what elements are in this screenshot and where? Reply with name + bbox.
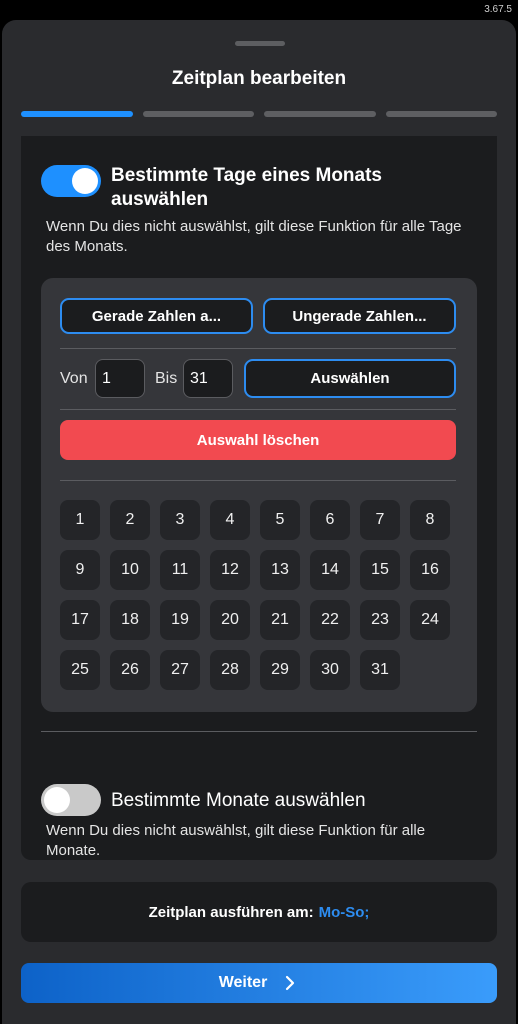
toggle-knob bbox=[72, 168, 98, 194]
day-button[interactable]: 27 bbox=[160, 650, 200, 690]
days-of-month-toggle[interactable] bbox=[41, 165, 101, 197]
step-4 bbox=[385, 111, 497, 117]
day-button[interactable]: 26 bbox=[110, 650, 150, 690]
day-button[interactable]: 7 bbox=[360, 500, 400, 540]
schedule-summary: Zeitplan ausführen am: Mo-So; bbox=[21, 882, 497, 942]
next-button-label: Weiter bbox=[218, 974, 268, 991]
day-button[interactable]: 14 bbox=[310, 550, 350, 590]
clear-selection-button[interactable]: Auswahl löschen bbox=[60, 420, 456, 460]
day-button[interactable]: 20 bbox=[210, 600, 250, 640]
day-button[interactable]: 31 bbox=[360, 650, 400, 690]
toggle-knob bbox=[44, 787, 70, 813]
months-title: Bestimmte Monate auswählen bbox=[111, 790, 366, 811]
day-button[interactable]: 15 bbox=[360, 550, 400, 590]
panel-divider bbox=[60, 409, 456, 410]
sheet-title: Zeitplan bearbeiten bbox=[171, 68, 347, 89]
day-button[interactable]: 29 bbox=[260, 650, 300, 690]
day-button[interactable]: 6 bbox=[310, 500, 350, 540]
days-of-month-description: Wenn Du dies nicht auswählst, gilt diese… bbox=[46, 218, 462, 255]
day-button[interactable]: 23 bbox=[360, 600, 400, 640]
step-1 bbox=[21, 111, 133, 117]
next-button[interactable]: Weiter bbox=[21, 963, 497, 1003]
day-button[interactable]: 19 bbox=[160, 600, 200, 640]
app-version: 3.67.5 bbox=[484, 4, 512, 15]
day-button[interactable]: 4 bbox=[210, 500, 250, 540]
section-divider bbox=[41, 731, 477, 732]
day-button[interactable]: 11 bbox=[160, 550, 200, 590]
summary-label: Zeitplan ausführen am: bbox=[148, 903, 314, 921]
step-3 bbox=[264, 111, 376, 117]
summary-value: Mo-So; bbox=[318, 903, 370, 921]
bottom-sheet: Zeitplan bearbeiten Bestimmte Tage eines… bbox=[2, 20, 516, 1024]
day-button[interactable]: 18 bbox=[110, 600, 150, 640]
panel-divider bbox=[60, 348, 456, 349]
day-button[interactable]: 22 bbox=[310, 600, 350, 640]
schedule-card: Bestimmte Tage eines Monats auswählen We… bbox=[21, 136, 497, 860]
day-button[interactable]: 10 bbox=[110, 550, 150, 590]
even-days-button[interactable]: Gerade Zahlen a... bbox=[60, 298, 253, 334]
chevron-right-icon bbox=[286, 975, 295, 991]
from-day-input[interactable] bbox=[95, 359, 145, 398]
day-button[interactable]: 2 bbox=[110, 500, 150, 540]
step-progress bbox=[21, 111, 497, 117]
select-range-button[interactable]: Auswählen bbox=[244, 359, 456, 398]
day-button[interactable]: 17 bbox=[60, 600, 100, 640]
day-selection-panel: Gerade Zahlen a... Ungerade Zahlen... Vo… bbox=[41, 278, 477, 712]
odd-days-button[interactable]: Ungerade Zahlen... bbox=[263, 298, 456, 334]
to-label: Bis bbox=[155, 370, 178, 387]
day-button[interactable]: 16 bbox=[410, 550, 450, 590]
day-button[interactable]: 13 bbox=[260, 550, 300, 590]
day-button[interactable]: 3 bbox=[160, 500, 200, 540]
day-button[interactable]: 12 bbox=[210, 550, 250, 590]
panel-divider bbox=[60, 480, 456, 481]
day-button[interactable]: 28 bbox=[210, 650, 250, 690]
day-button[interactable]: 8 bbox=[410, 500, 450, 540]
to-day-input[interactable] bbox=[183, 359, 233, 398]
day-button[interactable]: 9 bbox=[60, 550, 100, 590]
day-button[interactable]: 5 bbox=[260, 500, 300, 540]
months-toggle[interactable] bbox=[41, 784, 101, 816]
from-label: Von bbox=[60, 370, 88, 387]
months-description: Wenn Du dies nicht auswählst, gilt diese… bbox=[46, 822, 426, 859]
step-2 bbox=[142, 111, 254, 117]
day-button[interactable]: 30 bbox=[310, 650, 350, 690]
day-grid: 1 2 3 4 5 6 7 8 9 10 11 12 13 14 15 16 17 18 19 20 21 22 23 24 2… bbox=[60, 500, 460, 690]
sheet-grabber[interactable] bbox=[235, 41, 285, 46]
day-button[interactable]: 1 bbox=[60, 500, 100, 540]
days-of-month-title: Bestimmte Tage eines Monats auswählen bbox=[111, 165, 383, 210]
day-button[interactable]: 21 bbox=[260, 600, 300, 640]
day-button[interactable]: 24 bbox=[410, 600, 450, 640]
day-button[interactable]: 25 bbox=[60, 650, 100, 690]
